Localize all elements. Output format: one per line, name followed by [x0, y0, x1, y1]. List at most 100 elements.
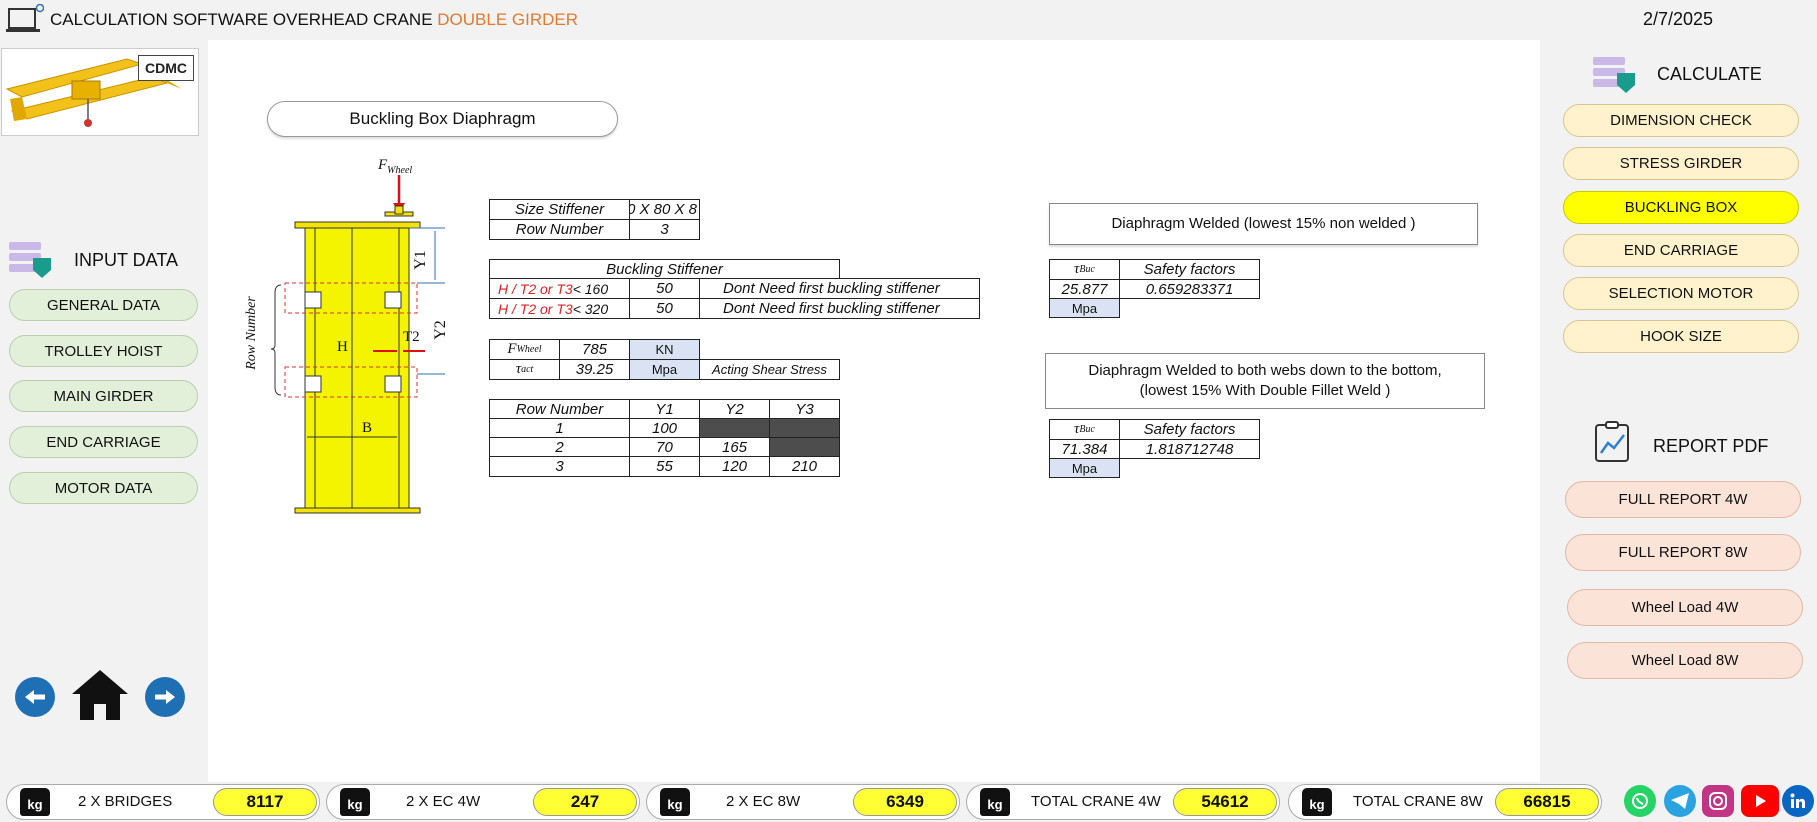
end-carriage-input-button[interactable]: END CARRIAGE [9, 426, 198, 458]
kg-weight-icon: kg [340, 788, 370, 816]
back-arrow-button[interactable] [15, 677, 55, 717]
weight-bridges-value: 8117 [213, 788, 317, 816]
diaphragm-2-tau-label: τ Buc [1049, 419, 1120, 440]
app-title-main: CALCULATION SOFTWARE OVERHEAD CRANE [50, 10, 438, 29]
arrow-left-icon [25, 690, 45, 704]
home-button[interactable] [70, 668, 130, 727]
report-pdf-title: REPORT PDF [1653, 436, 1769, 456]
buckling-value-1: 50 [629, 278, 700, 299]
diaphragm-2-title-line1: Diaphragm Welded to both webs down to th… [1088, 361, 1442, 379]
f-wheel-unit: KN [629, 339, 700, 360]
rows-header-y1: Y1 [629, 399, 700, 419]
tau-act-value: 39.25 [559, 359, 630, 380]
diaphragm-2-title: Diaphragm Welded to both webs down to th… [1045, 353, 1485, 409]
table-row-2-number: 2 [489, 437, 630, 457]
weight-ec4w-label: 2 X EC 4W [406, 793, 481, 810]
t2-label: T2 [403, 329, 420, 345]
motor-data-button[interactable]: MOTOR DATA [9, 472, 198, 504]
youtube-icon[interactable] [1741, 785, 1779, 817]
table-row-3-y3: 210 [769, 456, 840, 477]
instagram-icon[interactable] [1702, 785, 1734, 817]
row-number-label: Row Number [243, 296, 259, 370]
table-row-3-y2: 120 [699, 456, 770, 477]
weight-total4w-box: kg TOTAL CRANE 4W 54612 [966, 784, 1280, 820]
table-row-2-y2: 165 [699, 437, 770, 457]
y2-label: Y2 [431, 320, 449, 340]
wheel-load-8w-button[interactable]: Wheel Load 8W [1567, 642, 1803, 679]
crane-logo-image: CDMC [1, 48, 199, 136]
weight-bridges-label: 2 X BRIDGES [78, 793, 173, 810]
b-label: B [362, 420, 373, 436]
diaphragm-2-title-line2: (lowest 15% With Double Fillet Weld ) [1139, 382, 1391, 399]
main-girder-button[interactable]: MAIN GIRDER [9, 380, 198, 412]
calculate-title: CALCULATE [1657, 64, 1762, 84]
table-row-1-y1: 100 [629, 418, 700, 438]
table-row-3-y1: 55 [629, 456, 700, 477]
weight-total4w-value: 54612 [1173, 788, 1277, 816]
app-title: CALCULATION SOFTWARE OVERHEAD CRANE DOUB… [50, 10, 578, 30]
diaphragm-2-unit: Mpa [1049, 458, 1120, 478]
weight-ec4w-value: 247 [533, 788, 637, 816]
weight-total8w-label: TOTAL CRANE 8W [1353, 793, 1483, 810]
buckling-stiffener-title: Buckling Stiffener [489, 259, 840, 279]
table-row-1-number: 1 [489, 418, 630, 438]
input-data-icon [9, 240, 53, 285]
app-title-accent: DOUBLE GIRDER [437, 10, 579, 29]
section-title: Buckling Box Diaphragm [267, 101, 618, 137]
stress-girder-button[interactable]: STRESS GIRDER [1563, 147, 1799, 180]
kg-weight-icon: kg [980, 788, 1010, 816]
brand-logo: CDMC [138, 55, 194, 81]
general-data-button[interactable]: GENERAL DATA [9, 289, 198, 321]
f-wheel-value: 785 [559, 339, 630, 360]
rows-header-y2: Y2 [699, 399, 770, 419]
table-row-1-y3 [769, 418, 840, 438]
weight-total8w-value: 66815 [1495, 788, 1599, 816]
size-stiffener-value: 0 X 80 X 8 [629, 199, 700, 220]
tau-act-unit: Mpa [629, 359, 700, 380]
weight-bridges-box: kg 2 X BRIDGES 8117 [6, 784, 320, 820]
table-row-3-number: 3 [489, 456, 630, 477]
buckling-box-button[interactable]: BUCKLING BOX [1563, 191, 1799, 224]
table-row-2-y1: 70 [629, 437, 700, 457]
weight-total8w-box: kg TOTAL CRANE 8W 66815 [1288, 784, 1602, 820]
calculate-icon [1593, 55, 1637, 102]
diaphragm-2-sf-label: Safety factors [1119, 419, 1260, 440]
row-number-value: 3 [629, 219, 700, 240]
whatsapp-icon[interactable] [1624, 785, 1656, 817]
table-row-2-y3 [769, 437, 840, 457]
diaphragm-1-title: Diaphragm Welded (lowest 15% non welded … [1049, 203, 1478, 245]
buckling-value-2: 50 [629, 298, 700, 319]
diaphragm-1-tau-value: 25.877 [1049, 279, 1120, 299]
linkedin-icon[interactable] [1782, 785, 1814, 817]
dimension-check-button[interactable]: DIMENSION CHECK [1563, 104, 1799, 137]
end-carriage-calc-button[interactable]: END CARRIAGE [1563, 234, 1799, 267]
buckling-result-2: Dont Need first buckling stiffener [699, 298, 980, 319]
weight-ec4w-box: kg 2 X EC 4W 247 [326, 784, 640, 820]
selection-motor-button[interactable]: SELECTION MOTOR [1563, 277, 1799, 310]
h-label: H [337, 339, 348, 355]
laptop-icon [6, 3, 45, 41]
buckling-cond-2: H / T2 or T3 < 320 [489, 298, 630, 319]
hook-size-button[interactable]: HOOK SIZE [1563, 320, 1799, 353]
rows-header-y3: Y3 [769, 399, 840, 419]
tau-act-label: τ act [489, 359, 560, 380]
table-row-1-y2 [699, 418, 770, 438]
report-chart-icon [1594, 421, 1632, 468]
diaphragm-2-tau-value: 71.384 [1049, 439, 1120, 459]
box-girder-diagram: FWheel Y1 Y2 T2 H B Row Number [243, 155, 463, 520]
diaphragm-1-sf-value: 0.659283371 [1119, 279, 1260, 299]
telegram-icon[interactable] [1664, 785, 1696, 817]
forward-arrow-button[interactable] [145, 677, 185, 717]
y1-label: Y1 [411, 250, 429, 270]
trolley-hoist-button[interactable]: TROLLEY HOIST [9, 335, 198, 367]
force-label: FWheel [378, 157, 413, 176]
diaphragm-1-unit: Mpa [1049, 298, 1120, 318]
diaphragm-1-sf-label: Safety factors [1119, 259, 1260, 280]
full-report-4w-button[interactable]: FULL REPORT 4W [1565, 481, 1801, 518]
row-number-label-cell: Row Number [489, 219, 630, 240]
wheel-load-4w-button[interactable]: Wheel Load 4W [1567, 589, 1803, 626]
full-report-8w-button[interactable]: FULL REPORT 8W [1565, 534, 1801, 571]
tau-act-note: Acting Shear Stress [699, 359, 840, 380]
diaphragm-2-sf-value: 1.818712748 [1119, 439, 1260, 459]
kg-weight-icon: kg [20, 788, 50, 816]
